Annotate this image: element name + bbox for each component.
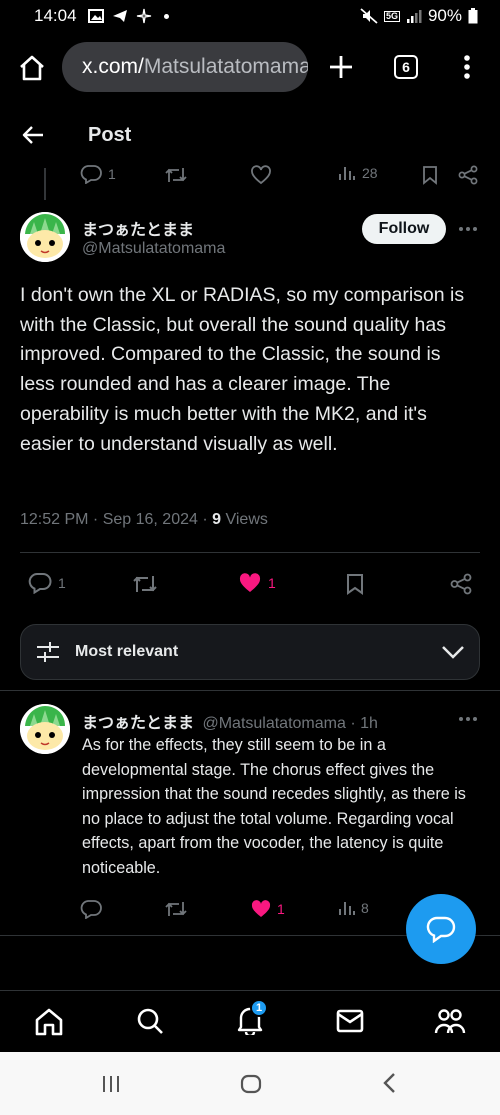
reply-author-avatar-image (20, 704, 70, 754)
reply-text: As for the effects, they still seem to b… (82, 736, 466, 877)
share-icon[interactable] (450, 573, 472, 595)
sparkle-icon (136, 8, 152, 24)
views-icon (339, 902, 355, 915)
tab-switcher-button[interactable]: 6 (394, 55, 418, 79)
browser-toolbar: x.com/Matsulatatomama 6 (0, 34, 500, 100)
home-icon[interactable] (34, 1007, 64, 1037)
repost-icon[interactable] (164, 899, 188, 919)
reply-author-row: まつぁたとまま @Matsulatatomama · 1h (82, 709, 378, 733)
post-text: I don't own the XL or RADIAS, so my comp… (20, 284, 465, 455)
gallery-icon (88, 9, 104, 23)
telegram-icon (113, 10, 127, 22)
author-avatar-image (20, 212, 70, 262)
reply-age[interactable]: · 1h (346, 715, 378, 732)
reply-sort-dropdown[interactable]: Most relevant (20, 624, 480, 680)
reply-views[interactable]: 8 (338, 899, 369, 917)
bookmark-icon[interactable] (422, 165, 438, 185)
recents-icon[interactable] (101, 1074, 121, 1094)
author-handle[interactable]: @Matsulatatomama (82, 240, 225, 258)
communities-icon[interactable] (434, 1007, 466, 1035)
divider (20, 552, 480, 553)
home-icon[interactable] (18, 54, 46, 82)
browser-menu-icon[interactable] (462, 54, 472, 80)
search-icon[interactable] (136, 1007, 164, 1035)
like-count: 1 (268, 575, 276, 591)
post-timestamp[interactable]: 12:52 PM · Sep 16, 2024 · (20, 511, 212, 528)
battery-percent: 90% (427, 6, 462, 25)
post-views-label: Views (221, 511, 268, 528)
follow-button[interactable]: Follow (362, 214, 446, 244)
sort-label: Most relevant (75, 643, 179, 660)
avatar[interactable] (20, 704, 70, 754)
post-view-count: 9 (212, 511, 222, 528)
notifications-tab[interactable]: 1 (236, 999, 268, 1037)
parent-post-actions: 1 28 (0, 160, 500, 190)
author-display-name[interactable]: まつぁたとまま (82, 216, 194, 240)
reply-more-options-icon[interactable] (458, 716, 478, 722)
reply-author-handle[interactable]: @Matsulatatomama (202, 715, 345, 732)
parent-reply-count: 1 (108, 166, 116, 182)
parent-view-count: 28 (362, 165, 378, 181)
reply-icon (80, 165, 102, 184)
more-options-icon[interactable] (458, 226, 478, 232)
android-home-icon[interactable] (240, 1074, 262, 1094)
like-button[interactable]: 1 (238, 572, 276, 594)
parent-reply-button[interactable]: 1 (80, 164, 116, 184)
share-icon[interactable] (458, 165, 478, 185)
reply-count: 1 (58, 575, 66, 591)
url-path: Matsulatatomama (143, 55, 308, 78)
filter-sliders-icon (37, 642, 59, 662)
repost-icon[interactable] (164, 165, 188, 185)
views-icon (339, 167, 355, 180)
android-navigation-bar (0, 1052, 500, 1115)
chevron-down-icon (442, 646, 464, 659)
divider (0, 690, 500, 691)
avatar[interactable] (20, 212, 70, 262)
notification-badge: 1 (250, 999, 268, 1017)
url-host: x.com/ (82, 55, 144, 78)
reply-author-display-name[interactable]: まつぁたとまま (82, 715, 194, 732)
messages-icon[interactable] (336, 1009, 364, 1033)
reply-bubble-icon (426, 916, 456, 943)
page-title: Post (88, 124, 132, 146)
like-icon[interactable] (250, 165, 272, 185)
reply-button[interactable]: 1 (28, 572, 66, 594)
liked-heart-icon (239, 573, 261, 592)
address-bar[interactable]: x.com/Matsulatatomama (62, 42, 308, 92)
bottom-navigation: 1 (0, 990, 500, 1052)
post-action-bar: 1 1 (0, 566, 500, 602)
back-arrow-icon[interactable] (22, 125, 44, 145)
reply-view-count: 8 (361, 900, 369, 916)
mute-icon (360, 8, 378, 24)
battery-icon (468, 8, 478, 24)
parent-views[interactable]: 28 (338, 164, 378, 182)
reply-like-count: 1 (277, 901, 285, 917)
signal-icon (406, 10, 422, 23)
reply-like-button[interactable]: 1 (250, 899, 285, 919)
url-text[interactable]: x.com/Matsulatatomama (82, 55, 308, 79)
compose-reply-button[interactable] (406, 894, 476, 964)
page-header: Post (0, 110, 500, 160)
status-notification-icons (88, 8, 169, 24)
repost-icon[interactable] (132, 573, 158, 595)
post-metadata: 12:52 PM · Sep 16, 2024 · 9 Views (20, 511, 268, 529)
network-type-label: 5G (383, 10, 400, 22)
reply-icon (28, 573, 52, 594)
new-tab-icon[interactable] (328, 54, 354, 80)
liked-heart-icon (251, 900, 271, 917)
more-notifications-dot-icon (164, 13, 169, 19)
bookmark-icon[interactable] (346, 573, 364, 595)
android-back-icon[interactable] (382, 1072, 396, 1094)
status-system-icons: 5G 90% (360, 6, 478, 26)
status-bar: 14:04 5G 90% (0, 0, 500, 34)
reply-action-bar: 1 8 (0, 896, 400, 922)
reply-icon[interactable] (80, 899, 102, 919)
status-time: 14:04 (34, 6, 77, 25)
